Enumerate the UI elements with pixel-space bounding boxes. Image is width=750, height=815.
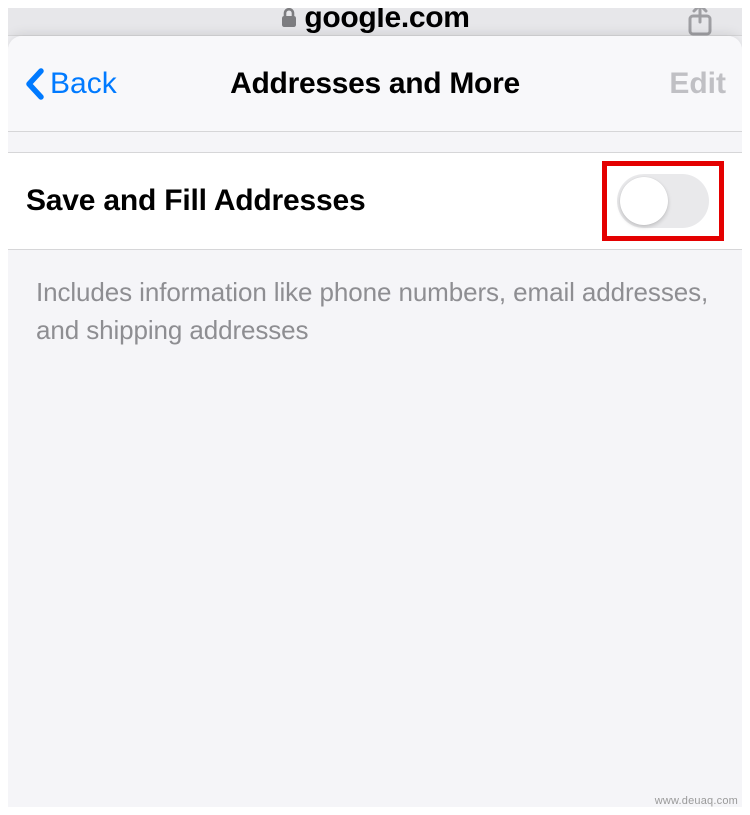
url-bar-content: google.com <box>280 1 469 35</box>
page-title: Addresses and More <box>230 67 520 101</box>
save-fill-addresses-row: Save and Fill Addresses <box>8 152 742 250</box>
background-url-bar: google.com <box>8 0 742 36</box>
back-button[interactable]: Back <box>24 67 117 101</box>
edit-button[interactable]: Edit <box>669 67 726 101</box>
save-fill-addresses-label: Save and Fill Addresses <box>26 184 365 218</box>
chevron-left-icon <box>24 67 46 101</box>
annotation-highlight <box>602 161 724 241</box>
toggle-knob <box>620 177 668 225</box>
lock-icon <box>280 7 298 29</box>
settings-description: Includes information like phone numbers,… <box>8 250 742 349</box>
nav-header: Back Addresses and More Edit <box>8 36 742 132</box>
watermark: www.deuaq.com <box>655 795 738 807</box>
url-bar-domain: google.com <box>304 1 469 35</box>
settings-sheet: Back Addresses and More Edit Save and Fi… <box>8 36 742 807</box>
save-fill-addresses-toggle[interactable] <box>617 174 709 228</box>
back-button-label: Back <box>50 67 117 101</box>
